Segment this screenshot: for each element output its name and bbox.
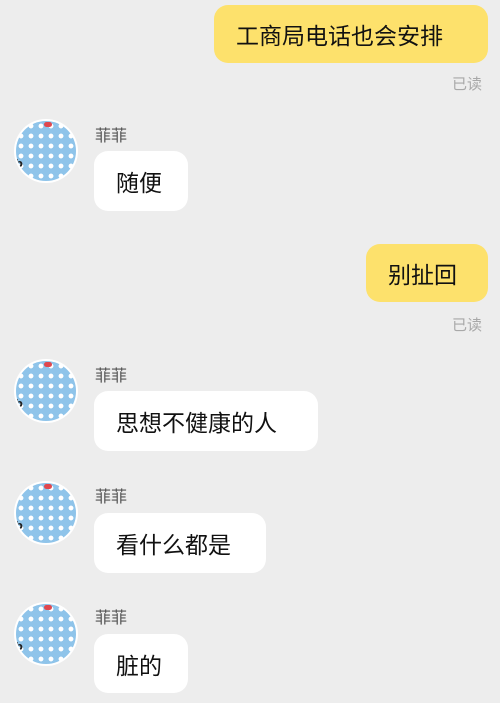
contact-avatar[interactable]: b — [16, 121, 76, 181]
contact-avatar[interactable]: b — [16, 483, 76, 543]
message-text: 别扯回 — [388, 263, 457, 289]
read-status: 已读 — [452, 75, 483, 93]
outgoing-message-bubble[interactable]: 工商局电话也会安排 — [214, 5, 488, 63]
sender-name: 菲菲 — [95, 487, 128, 506]
incoming-message-bubble[interactable]: 看什么都是 — [94, 513, 266, 573]
avatar-decoration — [44, 605, 52, 610]
avatar-decoration — [44, 362, 52, 367]
incoming-message-bubble[interactable]: 随便 — [94, 151, 188, 211]
outgoing-message-bubble[interactable]: 别扯回 — [366, 244, 488, 302]
sender-name: 菲菲 — [95, 366, 128, 385]
sender-name: 菲菲 — [95, 126, 128, 145]
avatar-decoration: b — [16, 519, 23, 532]
avatar-decoration — [44, 484, 52, 489]
avatar-decoration: b — [16, 157, 23, 170]
message-text: 思想不健康的人 — [116, 411, 277, 437]
contact-avatar[interactable]: b — [16, 604, 76, 664]
message-text: 工商局电话也会安排 — [236, 24, 443, 50]
message-text: 脏的 — [116, 653, 162, 680]
message-text: 看什么都是 — [116, 533, 231, 559]
avatar-decoration: b — [16, 640, 23, 653]
message-text: 随便 — [116, 171, 162, 197]
read-status: 已读 — [452, 316, 483, 334]
sender-name: 菲菲 — [95, 608, 128, 627]
avatar-decoration: b — [16, 397, 23, 410]
incoming-message-bubble[interactable]: 思想不健康的人 — [94, 391, 318, 451]
contact-avatar[interactable]: b — [16, 361, 76, 421]
avatar-decoration — [44, 122, 52, 127]
incoming-message-bubble[interactable]: 脏的 — [94, 634, 188, 693]
